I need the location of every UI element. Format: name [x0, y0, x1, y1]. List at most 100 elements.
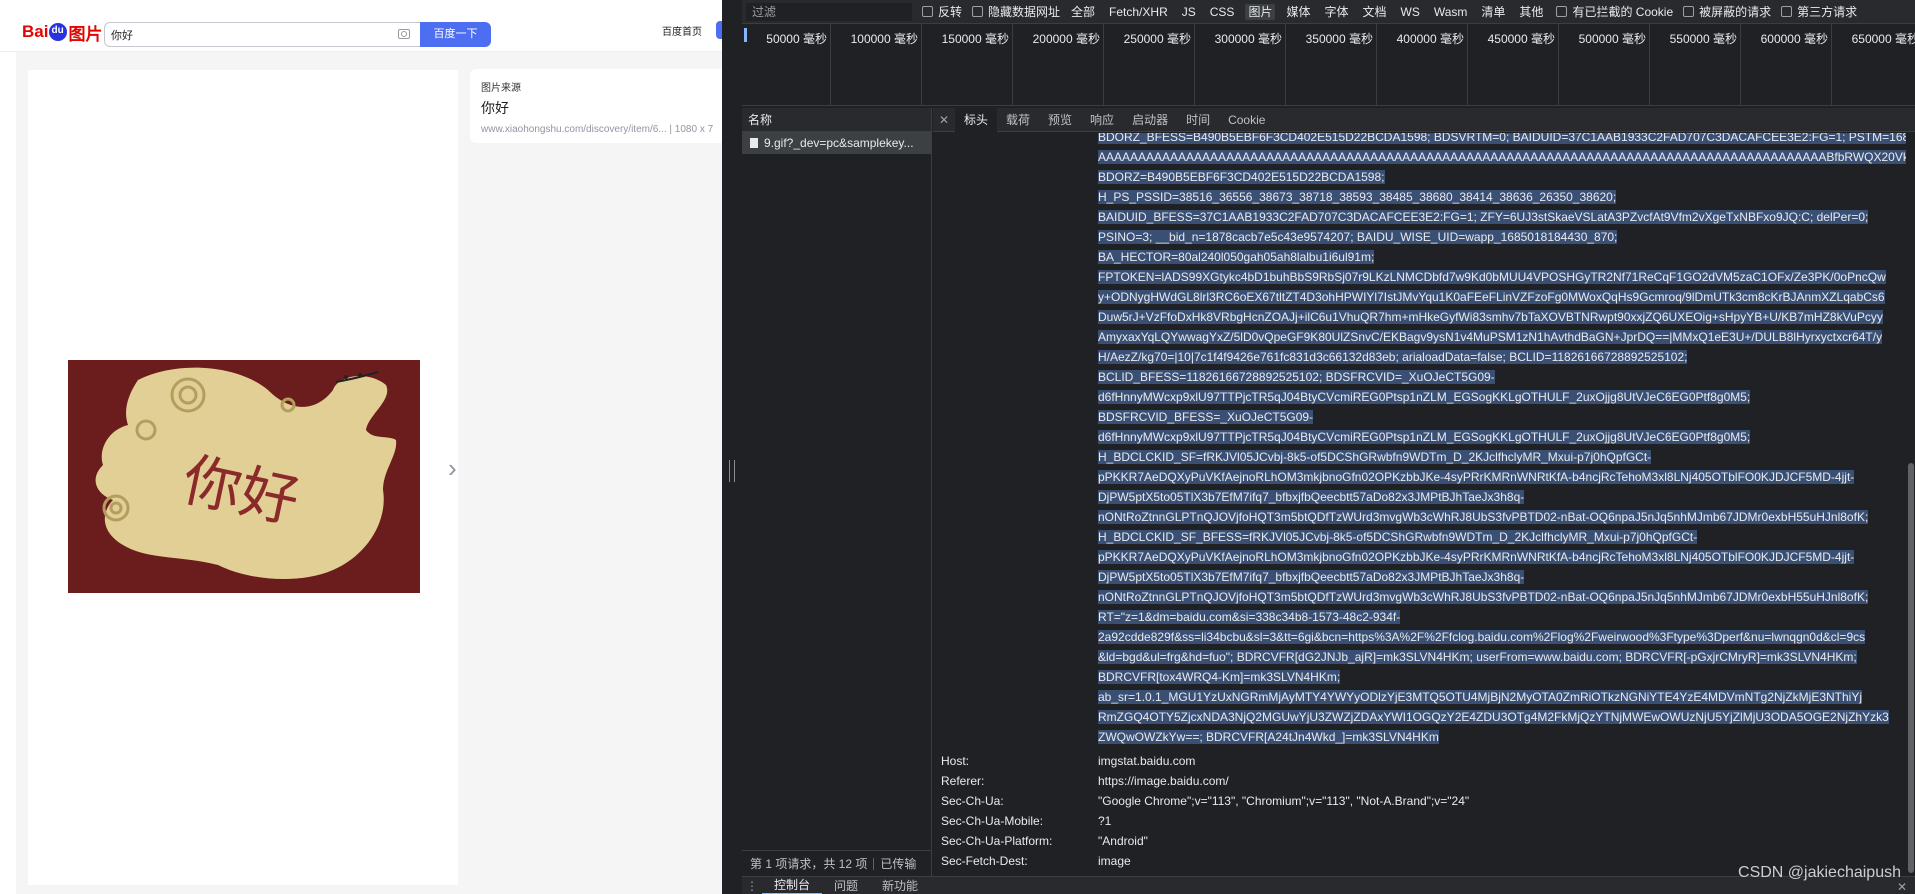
overview-timeline[interactable]: 50000 毫秒 100000 毫秒 150000 毫秒 200000 毫秒 25000…	[742, 24, 1915, 106]
checkbox-icon[interactable]	[1781, 6, 1793, 17]
drawer-tab-0[interactable]: 控制台	[762, 876, 823, 894]
cookie-line-text: PSINO=3; __bid_n=1878cacb7e5c43e9574207;…	[1098, 230, 1618, 244]
headers-view: BDORZ_BFESS=B490B5EBF6F3CD402E515D22BCDA…	[933, 133, 1915, 876]
request-name[interactable]: 9.gif?_dev=pc&samplekey...	[764, 136, 914, 150]
cookie-line: y+ODNygHWdGL8lrl3RC6oEX67tltZT4D3ohHPWIY…	[1098, 287, 1906, 307]
scrollbar-thumb[interactable]	[1908, 463, 1914, 873]
timeline-tick: 450000 毫秒	[1488, 24, 1559, 106]
source-title[interactable]: 你好	[481, 98, 722, 118]
cookie-line: pPKKR7AeDQXyPuVKfAejnoRLhOM3mkjbnoGfn02O…	[1098, 547, 1906, 567]
next-arrow-icon[interactable]: ›	[448, 453, 457, 484]
cookie-line: PSINO=3; __bid_n=1878cacb7e5c43e9574207;…	[1098, 227, 1906, 247]
type-filter-3[interactable]: CSS	[1207, 4, 1238, 20]
cookie-line-text: BDSFRCVID_BFESS=_XuOJeCT5G09-	[1098, 410, 1314, 424]
cookie-line: BDSFRCVID_BFESS=_XuOJeCT5G09-	[1098, 407, 1906, 427]
more-menu-icon[interactable]: ⋮	[742, 879, 762, 893]
type-filter-2[interactable]: JS	[1179, 4, 1199, 20]
cookie-line: ZWQwOWZkYw==; BDRCVFR[A24tJn4Wkd_]=mk3SL…	[1098, 727, 1906, 747]
cookie-line-text: Duw5rJ+VzFfoDxHk8VRbgHcnZOAJj+ilC6u1VhuQ…	[1098, 310, 1883, 324]
scrollbar[interactable]	[1907, 133, 1915, 876]
cookie-line-text: H_BDCLCKID_SF=fRKJVl05JCvbj-8k5-of5DCShG…	[1098, 450, 1652, 464]
type-filter-6[interactable]: 字体	[1321, 4, 1351, 20]
timeline-tick: 350000 毫秒	[1306, 24, 1377, 106]
header-value: "Android"	[1098, 834, 1148, 848]
resize-grip-icon[interactable]	[729, 460, 735, 482]
drawer-tab-2[interactable]: 新功能	[870, 877, 930, 894]
header-row: Sec-Ch-Ua: "Google Chrome";v="113", "Chro…	[941, 791, 1469, 811]
timeline-tick-label: 100000 毫秒	[850, 32, 918, 46]
cookie-header-value[interactable]: BDORZ_BFESS=B490B5EBF6F3CD402E515D22BCDA…	[1098, 133, 1906, 747]
cookie-line: nONtRoZtnnGLPTnQJOVjfoHQT3m5btQDfTzWUrd3…	[1098, 587, 1906, 607]
invert-label: 反转	[938, 5, 963, 19]
timeline-tick-label: 150000 毫秒	[941, 32, 1009, 46]
cookie-line-text: nONtRoZtnnGLPTnQJOVjfoHQT3m5btQDfTzWUrd3…	[1098, 590, 1869, 604]
header-row: Sec-Fetch-Dest: image	[941, 851, 1131, 871]
type-filter-10[interactable]: 清单	[1478, 4, 1508, 20]
cookie-line: DjPW5ptX5to05TlX3b7EfM7ifq7_bfbxjfbQeecb…	[1098, 567, 1906, 587]
header-value: https://image.baidu.com/	[1098, 774, 1229, 788]
preview-image[interactable]: 你好	[68, 360, 420, 593]
type-filter-0[interactable]: 全部	[1068, 4, 1098, 20]
cookie-line-text: nONtRoZtnnGLPTnQJOVjfoHQT3m5btQDfTzWUrd3…	[1098, 510, 1869, 524]
search-button[interactable]: 百度一下	[420, 22, 491, 47]
checkbox-icon[interactable]	[922, 6, 933, 17]
pane-divider[interactable]	[722, 0, 742, 894]
cookie-line: BDORZ=B490B5EBF6F3CD402E515D22BCDA1598;	[1098, 167, 1906, 187]
name-column-header[interactable]: 名称	[742, 108, 931, 132]
checkbox-icon[interactable]	[972, 6, 984, 17]
type-filter-9[interactable]: Wasm	[1431, 4, 1471, 20]
detail-tab-3[interactable]: 响应	[1081, 108, 1123, 132]
filter-input[interactable]: 过滤	[746, 2, 912, 21]
header-row: Sec-Ch-Ua-Mobile: ?1	[941, 811, 1111, 831]
drawer-tab-1[interactable]: 问题	[822, 877, 870, 894]
search-input[interactable]	[105, 23, 385, 46]
image-viewer: 你好 ›	[28, 70, 458, 885]
type-filter-8[interactable]: WS	[1398, 4, 1423, 20]
timeline-tick-label: 250000 毫秒	[1123, 32, 1191, 46]
checkbox-icon[interactable]	[1556, 6, 1568, 17]
detail-tab-4[interactable]: 启动器	[1123, 108, 1177, 132]
home-link[interactable]: 百度首页	[662, 23, 702, 38]
request-detail: ✕ 标头 载荷 预览 响应 启动器 时间 Cookie BDORZ_BFESS=B490B5…	[933, 107, 1915, 876]
timeline-tick-label: 350000 毫秒	[1305, 32, 1373, 46]
cookie-line-text: ab_sr=1.0.1_MGU1YzUxNGRmMjAyMTY4YWYyODlz…	[1098, 690, 1863, 704]
source-url-text[interactable]: www.xiaohongshu.com/discovery/item/6...	[481, 124, 667, 135]
request-row[interactable]: 9.gif?_dev=pc&samplekey...	[742, 132, 931, 154]
detail-tab-0[interactable]: 标头	[955, 107, 998, 132]
cookie-line-text: d6fHnnyMWcxp9xlU97TTPjcTR5qJ04BtyCVcmiRE…	[1098, 390, 1751, 404]
type-filter-7[interactable]: 文档	[1359, 4, 1389, 20]
timeline-marker[interactable]	[744, 28, 747, 42]
cookie-line: H_PS_PSSID=38516_36556_38673_38718_38593…	[1098, 187, 1906, 207]
source-card: 图片来源 你好 www.xiaohongshu.com/discovery/it…	[470, 69, 722, 143]
header-value: "Google Chrome";v="113", "Chromium";v="1…	[1098, 794, 1470, 808]
cookie-line: ab_sr=1.0.1_MGU1YzUxNGRmMjAyMTY4YWYyODlz…	[1098, 687, 1906, 707]
timeline-tick: 400000 毫秒	[1397, 24, 1468, 106]
blocked-cookies-checkbox[interactable]: 有已拦截的 Cookie	[1556, 3, 1673, 20]
cookie-line: H/AezZ/kg70=|10|7c1f4f9426e761fc831d3c66…	[1098, 347, 1906, 367]
drawer-close-icon[interactable]: ✕	[1897, 880, 1907, 894]
detail-tab-5[interactable]: 时间	[1177, 108, 1219, 132]
blocked-requests-checkbox[interactable]: 被屏蔽的请求	[1683, 3, 1771, 20]
transferred-label: 已传输	[880, 857, 917, 871]
third-party-checkbox[interactable]: 第三方请求	[1781, 3, 1857, 20]
image-file-icon	[750, 138, 758, 148]
invert-checkbox[interactable]: 反转	[922, 3, 962, 20]
detail-tab-1[interactable]: 载荷	[997, 108, 1039, 132]
type-filter-5[interactable]: 媒体	[1283, 4, 1313, 20]
detail-tab-6[interactable]: Cookie	[1219, 108, 1274, 132]
source-url[interactable]: www.xiaohongshu.com/discovery/item/6... …	[481, 124, 722, 135]
hide-data-urls-checkbox[interactable]: 隐藏数据网址	[972, 3, 1060, 20]
timeline-tick: 200000 毫秒	[1033, 24, 1104, 106]
cookie-line-text: BA_HECTOR=80al240l050gah05ah8lalbu1i6ul9…	[1098, 250, 1375, 264]
close-icon[interactable]: ✕	[933, 113, 955, 127]
detail-tab-2[interactable]: 预览	[1039, 108, 1081, 132]
type-filter-4[interactable]: 图片	[1245, 4, 1276, 20]
cookie-line: d6fHnnyMWcxp9xlU97TTPjcTR5qJ04BtyCVcmiRE…	[1098, 427, 1906, 447]
cookie-line-text: BAIDUID_BFESS=37C1AAB1933C2FAD707C3DACAF…	[1098, 210, 1869, 224]
type-filter-1[interactable]: Fetch/XHR	[1106, 4, 1171, 20]
checkbox-icon[interactable]	[1683, 6, 1695, 17]
baidu-logo[interactable]: Bai 图片	[22, 20, 102, 44]
type-filter-11[interactable]: 其他	[1516, 4, 1546, 20]
camera-icon[interactable]	[398, 29, 410, 39]
logo-text-bai: Bai	[22, 22, 49, 41]
